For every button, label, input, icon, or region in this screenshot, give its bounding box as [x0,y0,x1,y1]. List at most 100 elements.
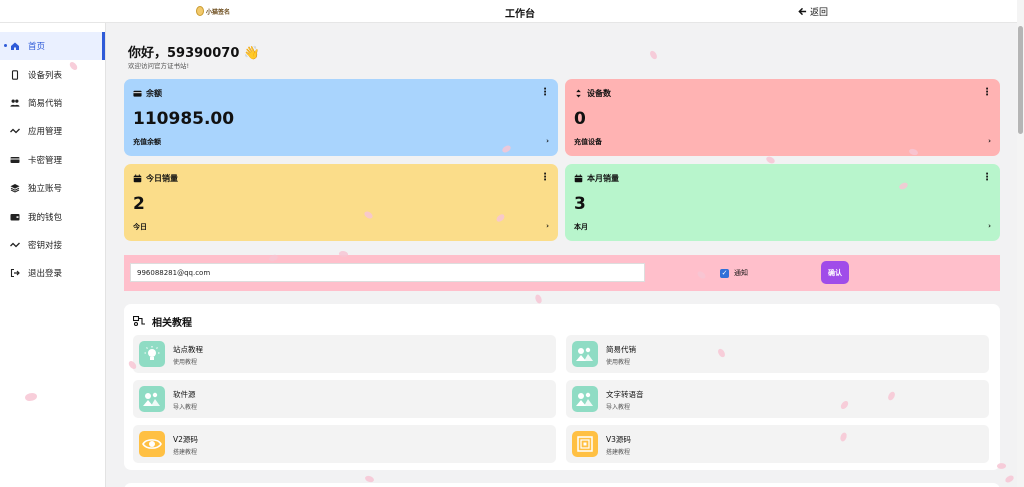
today-sales-card: 今日销量 ⋮ 2 今日 › [124,164,558,241]
devices-footer-label: 充值设备 [574,138,602,146]
users-icon [572,386,598,412]
more-vertical-icon[interactable]: ⋮ [540,87,550,98]
sidebar-item-key-integration[interactable]: 密钥对接 [0,231,105,259]
sidebar: 首页 设备列表 简易代销 应用管理 卡密管理 独立账号 我的钱包 密钥对接 退出… [0,23,106,487]
email-input[interactable] [130,263,645,282]
chevron-right-icon: › [988,222,991,230]
sidebar-item-card-keys[interactable]: 卡密管理 [0,146,105,174]
logo-text: 小猫签名 [205,8,230,16]
today-sales-title: 今日销量 [146,174,178,183]
sidebar-item-label: 简易代销 [28,98,63,109]
notify-checkbox-label: 通知 [734,269,748,277]
check-icon: ✓ [720,268,729,278]
today-sales-link[interactable]: 今日 › [133,222,549,232]
page-title: 工作台 [505,9,535,20]
wallet-icon [133,90,142,97]
greeting-subtitle: 欢迎访问官方证书站! [128,62,190,70]
back-label: 返回 [810,8,829,18]
notification-settings-bar: ✓ 通知 确认 [124,255,1000,291]
app-logo[interactable]: 小猫签名 [196,5,230,17]
sidebar-item-label: 首页 [28,42,46,53]
tutorial-name: 文字转语音 [606,390,644,399]
tutorial-item-software-source[interactable]: 软件源 导入教程 [133,380,556,418]
greeting-title: 你好，59390070 👋 [128,46,261,61]
calendar-icon [574,174,583,183]
chart-line-icon [10,126,20,136]
month-sales-footer-label: 本月 [574,223,588,231]
tutorials-panel: 相关教程 站点教程 使用教程 简易代销 使用教程 软件源 导入教程 文字转语音 … [124,304,1000,470]
tutorial-name: V3源码 [606,435,631,444]
tutorial-name: 软件源 [173,390,196,399]
sidebar-item-label: 设备列表 [28,70,63,81]
chart-line-icon [10,240,20,250]
balance-value: 110985.00 [133,109,235,129]
sidebar-item-devices[interactable]: 设备列表 [0,60,105,88]
scrollbar-thumb[interactable] [1018,26,1023,134]
devices-title: 设备数 [587,89,611,98]
balance-card: 余额 ⋮ 110985.00 充值余额 › [124,79,558,156]
devices-card: 设备数 ⋮ 0 充值设备 › [565,79,1000,156]
tutorial-item-text-to-speech[interactable]: 文字转语音 导入教程 [566,380,989,418]
more-vertical-icon[interactable]: ⋮ [982,87,992,98]
users-icon [10,98,20,108]
devices-value: 0 [574,109,586,129]
notify-checkbox[interactable]: ✓ 通知 [720,268,748,278]
tutorial-item-simple-resale[interactable]: 简易代销 使用教程 [566,335,989,373]
sidebar-item-app-management[interactable]: 应用管理 [0,117,105,145]
sidebar-item-independent-account[interactable]: 独立账号 [0,174,105,202]
calendar-icon [133,174,142,183]
back-button[interactable]: 返回 [798,5,828,18]
sidebar-item-home[interactable]: 首页 [0,32,105,61]
credit-card-icon [10,155,20,165]
recharge-devices-link[interactable]: 充值设备 › [574,137,991,147]
chevron-right-icon: › [546,137,549,145]
users-icon [139,386,165,412]
top-header: 小猫签名 工作台 返回 [0,0,1017,23]
tutorial-desc: 使用教程 [606,359,631,366]
tutorial-desc: 导入教程 [606,404,631,411]
tutorial-item-v2-source[interactable]: V2源码 搭建教程 [133,425,556,463]
tutorial-name: V2源码 [173,435,198,444]
confirm-button[interactable]: 确认 [821,261,849,284]
tutorial-desc: 使用教程 [173,359,198,366]
tutorial-item-site[interactable]: 站点教程 使用教程 [133,335,556,373]
tutorial-name: 站点教程 [173,345,203,354]
sidebar-item-simple-resale[interactable]: 简易代销 [0,89,105,117]
tutorial-desc: 搭建教程 [606,449,631,456]
sidebar-item-label: 独立账号 [28,184,63,195]
main-content: 你好，59390070 👋 欢迎访问官方证书站! 余额 ⋮ 110985.00 … [106,23,1017,487]
layers-icon [10,183,20,193]
more-vertical-icon[interactable]: ⋮ [982,172,992,183]
sidebar-item-wallet[interactable]: 我的钱包 [0,202,105,230]
more-vertical-icon[interactable]: ⋮ [540,172,550,183]
sort-icon [576,89,581,98]
qr-icon [572,431,598,457]
recharge-balance-link[interactable]: 充值余额 › [133,137,549,147]
tutorial-desc: 搭建教程 [173,449,198,456]
today-sales-value: 2 [133,194,145,214]
tutorial-item-v3-source[interactable]: V3源码 搭建教程 [566,425,989,463]
eye-icon [139,431,165,457]
phone-icon [10,69,20,80]
sidebar-item-label: 退出登录 [28,269,63,280]
tutorial-icon [133,316,145,327]
logo-mark [196,6,204,16]
logout-icon [10,268,20,278]
chevron-right-icon: › [546,222,549,230]
lightbulb-icon [139,341,165,367]
tutorials-title: 相关教程 [152,318,192,329]
balance-footer-label: 充值余额 [133,138,161,146]
chevron-right-icon: › [988,137,991,145]
next-panel-edge [124,483,1000,487]
month-sales-title: 本月销量 [587,174,619,183]
month-sales-link[interactable]: 本月 › [574,222,991,232]
tutorial-desc: 导入教程 [173,404,198,411]
today-sales-footer-label: 今日 [133,223,147,231]
sidebar-item-logout[interactable]: 退出登录 [0,259,105,287]
sidebar-item-label: 卡密管理 [28,155,63,166]
sidebar-item-label: 密钥对接 [28,240,63,251]
page-scrollbar[interactable] [1017,0,1024,487]
balance-title: 余额 [146,89,162,98]
month-sales-value: 3 [574,194,586,214]
users-icon [572,341,598,367]
